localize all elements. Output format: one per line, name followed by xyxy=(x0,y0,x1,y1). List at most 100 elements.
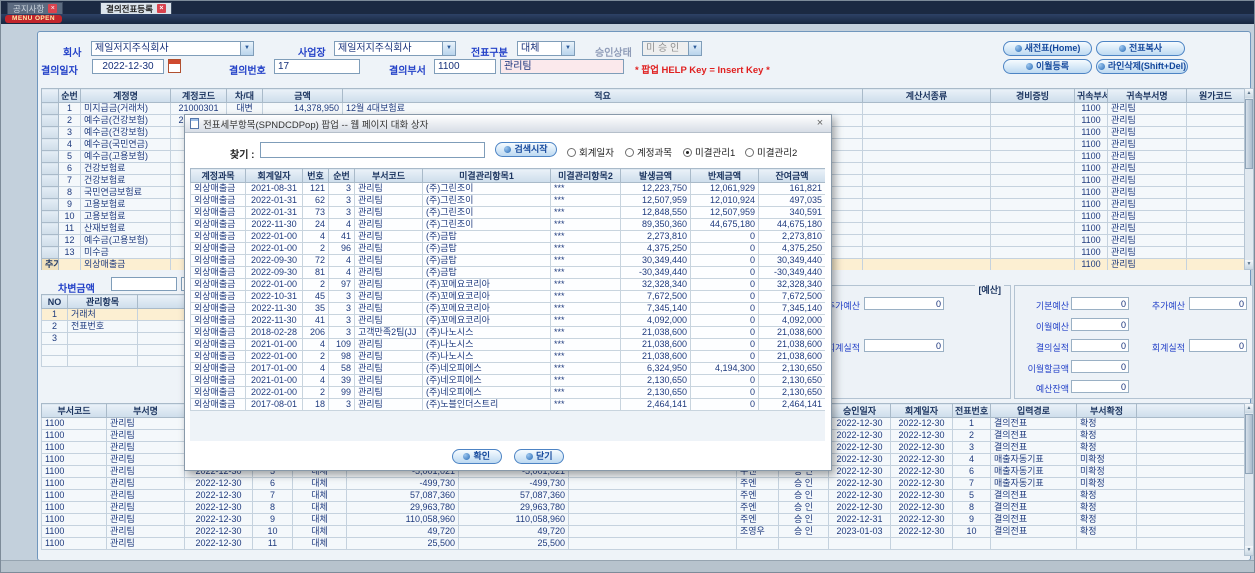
cell[interactable]: *** xyxy=(550,266,621,279)
bizplace-select[interactable]: 제일저지주식회사 ▼ xyxy=(334,41,456,56)
cell[interactable] xyxy=(41,210,59,223)
cell[interactable] xyxy=(1136,429,1244,442)
cell[interactable]: 0 xyxy=(690,398,759,411)
cell[interactable]: 0 xyxy=(690,266,759,279)
cell[interactable]: 외상매출금 xyxy=(190,266,246,279)
cell[interactable] xyxy=(990,198,1075,211)
scrollbar-thumb[interactable] xyxy=(1245,99,1253,169)
cell[interactable]: 4 xyxy=(302,230,329,243)
cell[interactable]: 관리팀 xyxy=(106,537,185,550)
cell[interactable] xyxy=(1136,513,1244,526)
cell[interactable]: 62 xyxy=(302,194,329,207)
cell[interactable]: 관리팀 xyxy=(354,230,423,243)
close-button[interactable]: 닫기 xyxy=(514,449,565,464)
cell[interactable]: 21,038,600 xyxy=(758,326,825,339)
cell[interactable]: 21,038,600 xyxy=(620,326,691,339)
cell[interactable]: 외상매출금 xyxy=(190,218,246,231)
cell[interactable]: 2022-01-00 xyxy=(245,386,303,399)
cell[interactable]: 1100 xyxy=(1074,138,1108,151)
cell[interactable] xyxy=(41,174,59,187)
cell[interactable]: 2022-01-00 xyxy=(245,278,303,291)
cell[interactable]: 2,130,650 xyxy=(620,386,691,399)
cell[interactable]: 21,038,600 xyxy=(758,338,825,351)
scroll-up-icon[interactable]: ▲ xyxy=(1245,404,1253,413)
cell[interactable]: 10 xyxy=(952,525,991,538)
cell[interactable]: 9 xyxy=(58,198,81,211)
cell[interactable]: 2022-12-30 xyxy=(828,489,891,502)
cell[interactable]: 41 xyxy=(302,314,329,327)
scrollbar-thumb[interactable] xyxy=(1245,414,1253,474)
cell[interactable]: 7 xyxy=(952,477,991,490)
cell[interactable]: (주)나노시스 xyxy=(422,338,551,351)
cell[interactable]: 5 xyxy=(952,489,991,502)
cell[interactable]: 예수금(국민연금) xyxy=(80,138,171,151)
cell[interactable]: 외상매출금 xyxy=(190,254,246,267)
cell[interactable]: 외상매출금 xyxy=(190,230,246,243)
cell[interactable] xyxy=(1136,453,1244,466)
cell[interactable]: 2022-12-30 xyxy=(828,465,891,478)
cell[interactable]: 결의전표 xyxy=(990,513,1077,526)
cell[interactable]: 2 xyxy=(302,242,329,255)
cell[interactable]: 관리팀 xyxy=(354,302,423,315)
cell[interactable]: 관리팀 xyxy=(1107,114,1187,127)
cell[interactable]: 2022-01-31 xyxy=(245,206,303,219)
cell[interactable]: 관리팀 xyxy=(106,441,185,454)
cell[interactable]: 외상매출금 xyxy=(190,386,246,399)
cell[interactable] xyxy=(1186,174,1244,187)
cell[interactable]: (주)금탑 xyxy=(422,266,551,279)
cell[interactable]: 12,507,959 xyxy=(620,194,691,207)
approval-status-select[interactable]: 미 승 인 ▼ xyxy=(642,41,702,56)
cell[interactable]: 7,345,140 xyxy=(620,302,691,315)
cell[interactable]: 5 xyxy=(58,150,81,163)
cell[interactable]: 관리팀 xyxy=(354,398,423,411)
cell[interactable] xyxy=(990,114,1075,127)
cell[interactable]: 2022-12-30 xyxy=(184,513,253,526)
radio-icon[interactable] xyxy=(745,147,754,157)
cell[interactable]: 1100 xyxy=(1074,102,1108,115)
cell[interactable] xyxy=(862,210,991,223)
budget-value-add[interactable]: 0 xyxy=(1189,297,1247,310)
cell[interactable]: (주)꼬메요코리아 xyxy=(422,290,551,303)
cell[interactable]: 7 xyxy=(252,489,293,502)
cell[interactable]: 확정 xyxy=(1076,441,1137,454)
cell[interactable]: 29,963,780 xyxy=(346,501,459,514)
cell[interactable] xyxy=(67,344,138,356)
cell[interactable]: 121 xyxy=(302,182,329,195)
cell[interactable] xyxy=(890,537,953,550)
cell[interactable]: 3 xyxy=(328,290,355,303)
cell[interactable]: 6 xyxy=(58,162,81,175)
cell[interactable]: 1100 xyxy=(41,441,107,454)
cell[interactable]: 1100 xyxy=(1074,210,1108,223)
cell[interactable]: 4 xyxy=(302,362,329,375)
cell[interactable]: 10 xyxy=(58,210,81,223)
cell[interactable] xyxy=(778,537,829,550)
cell[interactable]: 18 xyxy=(302,398,329,411)
cell[interactable]: 관리팀 xyxy=(354,218,423,231)
cell[interactable]: *** xyxy=(550,242,621,255)
cell[interactable] xyxy=(41,126,59,139)
cell[interactable]: 2,273,810 xyxy=(758,230,825,243)
cell[interactable]: 거래처 xyxy=(67,308,138,321)
cell[interactable]: 12월 4대보험료 xyxy=(342,102,863,115)
cell[interactable] xyxy=(990,222,1075,235)
cell[interactable]: -30,349,440 xyxy=(620,266,691,279)
budget-value-remain[interactable]: 0 xyxy=(1071,380,1129,393)
cell[interactable]: 관리팀 xyxy=(354,182,423,195)
cell[interactable]: 대체 xyxy=(292,489,347,502)
cell[interactable]: 1100 xyxy=(1074,126,1108,139)
cell[interactable]: 4 xyxy=(58,138,81,151)
cell[interactable]: 6 xyxy=(952,465,991,478)
cell[interactable]: (주)금탑 xyxy=(422,254,551,267)
cell[interactable]: 0 xyxy=(690,302,759,315)
cell[interactable] xyxy=(952,537,991,550)
cell[interactable]: 4,375,250 xyxy=(620,242,691,255)
cell[interactable]: *** xyxy=(550,374,621,387)
cell[interactable]: 대체 xyxy=(292,477,347,490)
cell[interactable]: 건강보험료 xyxy=(80,174,171,187)
cell[interactable]: 2021-01-00 xyxy=(245,338,303,351)
cell[interactable]: 승 인 xyxy=(778,477,829,490)
cell[interactable]: 주엔 xyxy=(736,513,779,526)
cell[interactable]: 관리팀 xyxy=(1107,258,1187,270)
cell[interactable]: 확정 xyxy=(1076,501,1137,514)
cell[interactable] xyxy=(41,222,59,235)
